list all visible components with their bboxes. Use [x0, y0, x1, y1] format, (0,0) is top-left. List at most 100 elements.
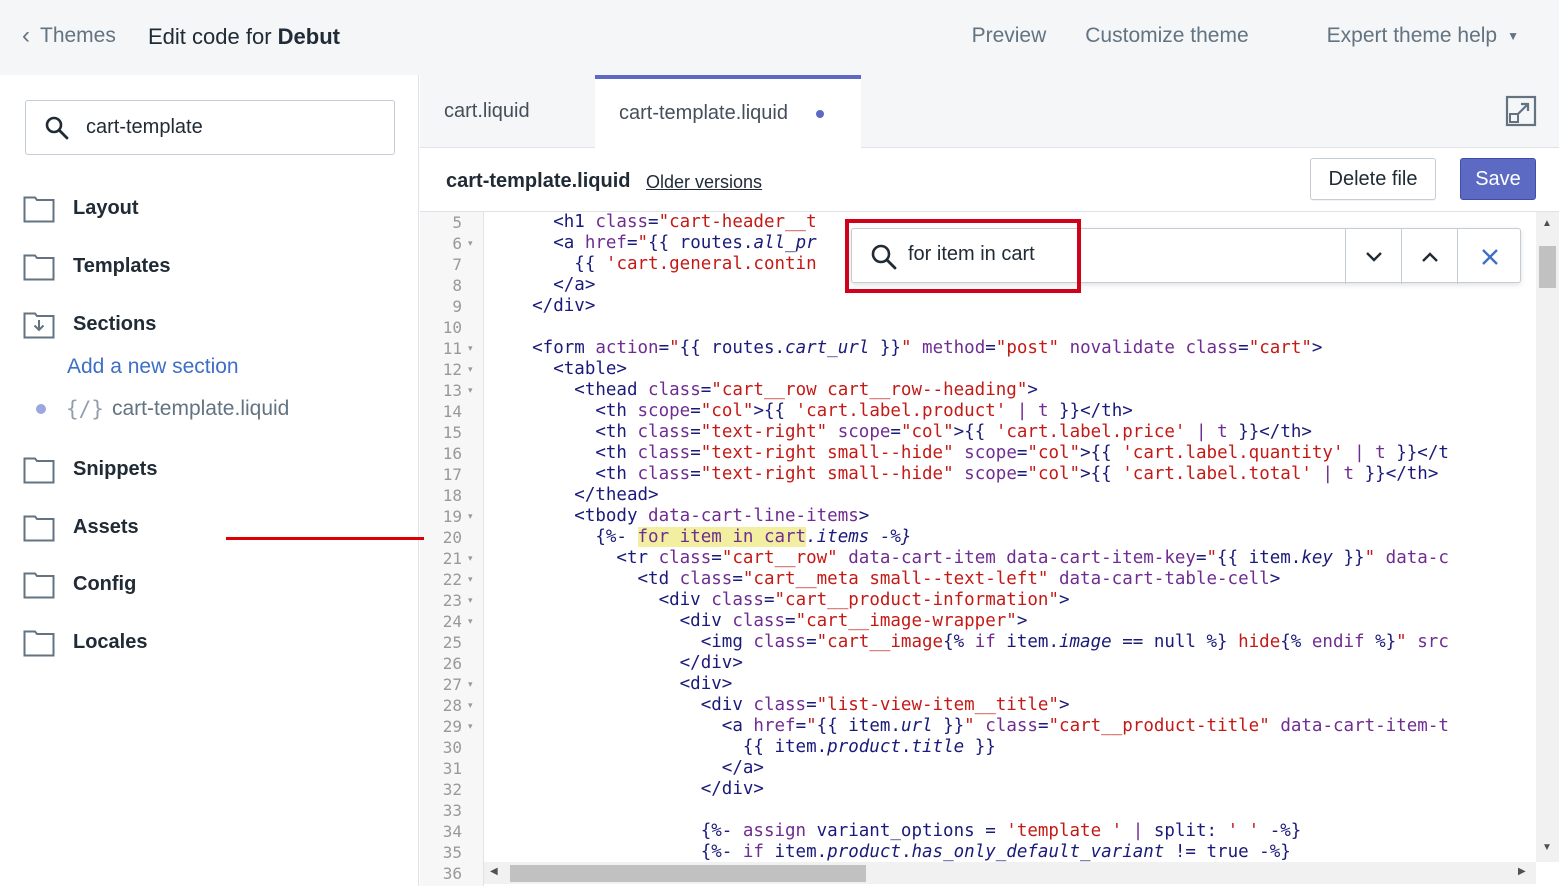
folder-config[interactable]: Config [23, 566, 136, 602]
code-line: <div> [490, 674, 733, 694]
code-line: </div> [490, 296, 596, 316]
line-number: 5 [452, 213, 462, 232]
search-icon [45, 116, 69, 139]
fold-arrow-icon[interactable]: ▾ [468, 338, 473, 359]
fold-arrow-icon[interactable]: ▾ [468, 716, 473, 737]
line-number: 10 [442, 318, 462, 337]
fold-arrow-icon[interactable]: ▾ [468, 506, 473, 527]
code-line: <h1 class="cart-header__t [490, 212, 817, 232]
fold-arrow-icon[interactable]: ▾ [468, 380, 473, 401]
expert-theme-help-menu[interactable]: Expert theme help ▼ [1288, 24, 1519, 48]
scroll-right-icon[interactable]: ▶ [1518, 866, 1526, 877]
folder-icon [23, 254, 55, 281]
scroll-up-icon[interactable]: ▲ [1542, 218, 1552, 229]
code-line: <div class="cart__image-wrapper"> [490, 611, 1028, 631]
folder-layout[interactable]: Layout [23, 190, 139, 226]
tab-cart-template-liquid[interactable]: cart-template.liquid [595, 75, 861, 148]
fullscreen-icon[interactable] [1505, 95, 1537, 127]
tab-cart-liquid[interactable]: cart.liquid [420, 75, 595, 148]
scroll-left-icon[interactable]: ◀ [490, 866, 498, 877]
horizontal-scroll-thumb[interactable] [510, 865, 866, 882]
folder-icon [23, 515, 55, 542]
line-number: 23 [442, 591, 462, 610]
code-line: <div class="cart__product-information"> [490, 590, 1070, 610]
delete-file-button[interactable]: Delete file [1310, 158, 1436, 200]
top-bar: ‹ Themes Edit code for Debut Preview Cus… [0, 0, 1559, 75]
fold-arrow-icon[interactable]: ▾ [468, 359, 473, 380]
line-number: 21 [442, 549, 462, 568]
fold-arrow-icon[interactable]: ▾ [468, 590, 473, 611]
page-title: Edit code for Debut [148, 24, 340, 49]
customize-theme-link[interactable]: Customize theme [1085, 24, 1248, 48]
folder-locales[interactable]: Locales [23, 624, 147, 660]
file-search-input[interactable] [86, 116, 366, 139]
add-new-section-link[interactable]: Add a new section [67, 355, 239, 379]
unsaved-dot [815, 109, 824, 118]
preview-link[interactable]: Preview [972, 24, 1047, 48]
line-number: 30 [442, 738, 462, 757]
line-number: 35 [442, 843, 462, 862]
line-number: 27 [442, 675, 462, 694]
caret-down-icon: ▼ [1507, 29, 1519, 44]
code-line: <div class="list-view-item__title"> [490, 695, 1070, 715]
line-number: 14 [442, 402, 462, 421]
file-header: cart-template.liquid Older versions Dele… [420, 148, 1559, 212]
line-number-gutter: 5 6 ▾ 7 8 9 10 11 ▾ 12 ▾ 13 ▾ 14 15 16 17 18 19 ▾ 20 21 ▾ 22 ▾ 23… [420, 212, 484, 886]
line-number: 12 [442, 360, 462, 379]
back-to-themes-link[interactable]: ‹ Themes [22, 24, 116, 48]
file-name: cart-template.liquid [446, 170, 631, 192]
line-number: 28 [442, 696, 462, 715]
annotation-underline [226, 537, 424, 540]
fold-arrow-icon[interactable]: ▾ [468, 611, 473, 632]
theme-name: Debut [277, 24, 340, 49]
folder-icon [23, 457, 55, 484]
liquid-file-icon: {/} [66, 397, 104, 421]
code-line: {%- assign variant_options = 'template '… [490, 821, 1302, 841]
line-number: 11 [442, 339, 462, 358]
fold-arrow-icon[interactable]: ▾ [468, 569, 473, 590]
search-match-highlight: for item in cart [637, 527, 807, 547]
code-line: <table> [490, 359, 627, 379]
folder-sections[interactable]: Sections [23, 306, 156, 342]
fold-arrow-icon[interactable]: ▾ [468, 233, 473, 254]
save-button[interactable]: Save [1460, 158, 1536, 200]
file-search-box[interactable] [25, 100, 395, 155]
top-nav: Preview Customize theme Expert theme hel… [933, 24, 1519, 48]
code-line: {{ item.product.title }} [490, 737, 996, 757]
line-number: 22 [442, 570, 462, 589]
code-line: <th class="text-right small--hide" scope… [490, 443, 1449, 463]
code-line: <a href="{{ item.url }}" class="cart__pr… [490, 716, 1449, 736]
find-next-button[interactable] [1345, 229, 1401, 284]
sidebar-file-cart-template[interactable]: {/} cart-template.liquid [36, 397, 289, 421]
code-editor[interactable]: 5 6 ▾ 7 8 9 10 11 ▾ 12 ▾ 13 ▾ 14 15 16 17 18 19 ▾ 20 21 ▾ 22 ▾ 23… [420, 212, 1559, 886]
folder-assets[interactable]: Assets [23, 509, 139, 545]
folder-icon [23, 630, 55, 657]
code-area[interactable]: <h1 class="cart-header__t <a href="{{ ro… [490, 212, 1536, 862]
code-line: </div> [490, 779, 764, 799]
find-previous-button[interactable] [1401, 229, 1457, 284]
chevron-down-icon [1365, 251, 1382, 262]
older-versions-link[interactable]: Older versions [646, 172, 762, 193]
line-number: 18 [442, 486, 462, 505]
horizontal-scrollbar[interactable]: ◀ ▶ [484, 862, 1536, 884]
find-close-button[interactable] [1457, 229, 1521, 284]
scroll-down-icon[interactable]: ▼ [1542, 842, 1552, 853]
line-number: 20 [442, 528, 462, 547]
line-number: 25 [442, 633, 462, 652]
fold-arrow-icon[interactable]: ▾ [468, 695, 473, 716]
chevron-up-icon [1421, 251, 1438, 262]
line-number: 31 [442, 759, 462, 778]
code-line: <tr class="cart__row" data-cart-item dat… [490, 548, 1449, 568]
line-number: 33 [442, 801, 462, 820]
folder-open-icon [23, 312, 55, 339]
code-line: </thead> [490, 485, 659, 505]
line-number: 15 [442, 423, 462, 442]
vertical-scrollbar[interactable]: ▲ ▼ [1536, 212, 1559, 862]
line-number: 6 [452, 234, 462, 253]
folder-snippets[interactable]: Snippets [23, 451, 157, 487]
folder-templates[interactable]: Templates [23, 248, 170, 284]
vertical-scroll-thumb[interactable] [1539, 246, 1556, 288]
fold-arrow-icon[interactable]: ▾ [468, 548, 473, 569]
code-line: <th class="text-right small--hide" scope… [490, 464, 1439, 484]
fold-arrow-icon[interactable]: ▾ [468, 674, 473, 695]
